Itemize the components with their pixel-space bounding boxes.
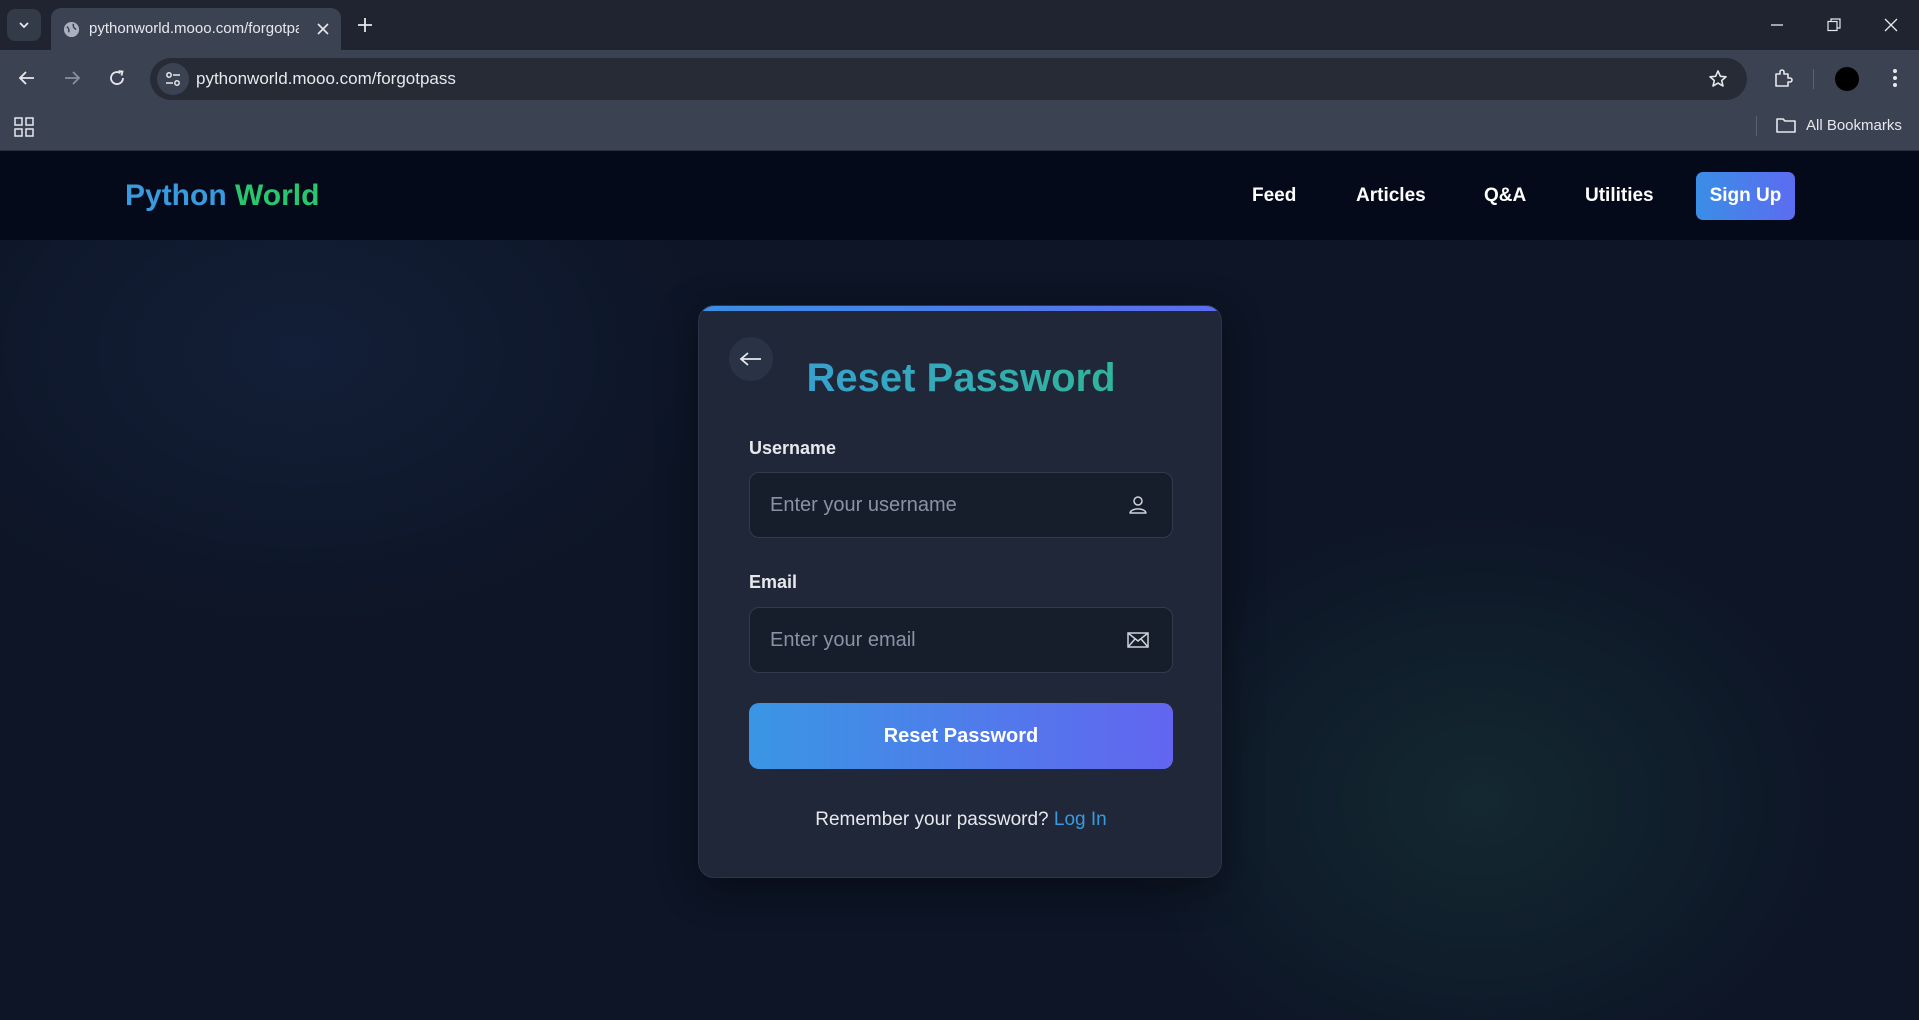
nav-utilities[interactable]: Utilities bbox=[1585, 185, 1654, 207]
star-icon bbox=[1709, 70, 1727, 87]
reset-password-card: Reset Password Username Email Reset Pass… bbox=[698, 305, 1222, 878]
login-link[interactable]: Log In bbox=[1054, 809, 1107, 830]
close-icon bbox=[1884, 18, 1898, 32]
bookmarks-divider bbox=[1756, 116, 1757, 136]
reload-button[interactable] bbox=[102, 63, 132, 93]
new-tab-button[interactable] bbox=[353, 13, 377, 37]
all-bookmarks-label: All Bookmarks bbox=[1806, 116, 1902, 134]
username-field[interactable] bbox=[749, 472, 1173, 538]
username-input[interactable] bbox=[750, 473, 1110, 537]
email-field[interactable] bbox=[749, 607, 1173, 673]
mail-icon bbox=[1127, 632, 1149, 648]
logo-world: World bbox=[235, 179, 320, 212]
close-tab-button[interactable] bbox=[313, 19, 333, 39]
nav-feed[interactable]: Feed bbox=[1252, 185, 1296, 207]
reload-icon bbox=[110, 70, 124, 85]
tab-strip: pythonworld.mooo.com/forgotpass bbox=[0, 0, 1919, 50]
address-bar[interactable]: pythonworld.mooo.com/forgotpass bbox=[150, 58, 1747, 100]
site-header: Python World Feed Articles Q&A Utilities… bbox=[0, 151, 1919, 240]
remember-text: Remember your password? Log In bbox=[699, 809, 1221, 831]
reset-password-button[interactable]: Reset Password bbox=[749, 703, 1173, 769]
chevron-down-icon bbox=[19, 22, 29, 29]
url-text[interactable]: pythonworld.mooo.com/forgotpass bbox=[196, 69, 456, 89]
close-icon bbox=[317, 23, 329, 35]
page-title: Reset Password bbox=[699, 356, 1221, 401]
active-tab[interactable]: pythonworld.mooo.com/forgotpass bbox=[51, 8, 341, 50]
tab-title: pythonworld.mooo.com/forgotpass bbox=[89, 20, 299, 37]
tune-icon bbox=[166, 72, 180, 86]
minimize-button[interactable] bbox=[1762, 10, 1792, 40]
more-vertical-icon bbox=[1893, 69, 1897, 87]
email-input[interactable] bbox=[750, 608, 1110, 672]
extensions-button[interactable] bbox=[1768, 63, 1798, 93]
toolbar-divider bbox=[1813, 69, 1814, 89]
bookmarks-bar bbox=[0, 108, 1919, 151]
arrow-right-icon bbox=[65, 71, 81, 85]
site-logo[interactable]: Python World bbox=[125, 179, 319, 213]
plus-icon bbox=[358, 18, 372, 32]
user-icon bbox=[1129, 496, 1147, 514]
profile-avatar[interactable] bbox=[1835, 67, 1859, 91]
email-label: Email bbox=[749, 572, 798, 592]
folder-icon bbox=[1776, 118, 1796, 133]
nav-articles[interactable]: Articles bbox=[1356, 185, 1426, 207]
bookmark-star-button[interactable] bbox=[1706, 67, 1730, 91]
all-bookmarks-button[interactable]: All Bookmarks bbox=[1776, 114, 1902, 136]
nav-qa[interactable]: Q&A bbox=[1484, 185, 1526, 207]
back-button[interactable] bbox=[12, 63, 42, 93]
globe-icon bbox=[63, 21, 80, 38]
close-window-button[interactable] bbox=[1876, 10, 1906, 40]
username-label: Username bbox=[749, 438, 837, 458]
site-info-button[interactable] bbox=[157, 63, 189, 95]
signup-button[interactable]: Sign Up bbox=[1696, 172, 1795, 220]
restore-icon bbox=[1827, 18, 1841, 32]
puzzle-icon bbox=[1775, 69, 1793, 87]
minimize-icon bbox=[1771, 24, 1783, 26]
card-accent-bar bbox=[699, 306, 1221, 311]
page-content: Python World Feed Articles Q&A Utilities… bbox=[0, 151, 1919, 1020]
apps-grid-icon[interactable] bbox=[13, 116, 35, 138]
logo-python: Python bbox=[125, 179, 227, 212]
arrow-left-icon bbox=[18, 71, 34, 85]
browser-toolbar: pythonworld.mooo.com/forgotpass bbox=[0, 50, 1919, 108]
browser-menu-button[interactable] bbox=[1880, 63, 1910, 93]
tab-search-button[interactable] bbox=[7, 9, 41, 41]
remember-prompt: Remember your password? bbox=[815, 809, 1049, 830]
forward-button[interactable] bbox=[57, 63, 87, 93]
restore-button[interactable] bbox=[1819, 10, 1849, 40]
